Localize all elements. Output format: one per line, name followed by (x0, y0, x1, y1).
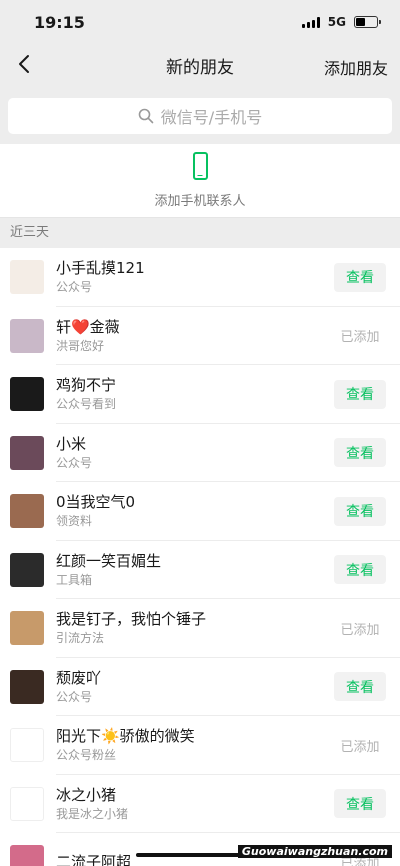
contact-source: 公众号 (56, 455, 93, 470)
contact-row[interactable]: 阳光下☀️骄傲的微笑 公众号粉丝 已添加 (0, 716, 400, 775)
view-button[interactable]: 查看 (334, 438, 386, 468)
contact-source: 公众号 (56, 280, 93, 295)
avatar (10, 494, 44, 529)
view-button[interactable]: 查看 (334, 496, 386, 526)
signal-icon (301, 16, 320, 28)
contact-name: 颓废吖 (56, 668, 102, 687)
page-title: 新的朋友 (166, 57, 234, 78)
contact-source: 工具箱 (56, 572, 93, 587)
phone-icon (192, 152, 208, 180)
contact-info: 小米 公众号 (56, 434, 334, 472)
contact-name: 小手乱摸121 (56, 259, 145, 278)
avatar (10, 377, 44, 412)
contact-name: 我是钉子，我怕个锤子 (56, 610, 207, 629)
contact-info: 阳光下☀️骄傲的微笑公众号粉丝 (56, 726, 334, 764)
contact-row[interactable]: 冰之小猪 我是冰之小猪 查看 (0, 775, 400, 834)
contact-name: 红颜一笑百媚生 (56, 551, 162, 570)
contact-name: 冰之小猪 (56, 785, 117, 804)
search-placeholder: 微信号/手机号 (160, 108, 263, 127)
view-button[interactable]: 查看 (334, 379, 386, 409)
avatar (10, 435, 44, 470)
contact-source: 我是冰之小猪 (56, 806, 129, 821)
add-phone-contacts[interactable]: 添加手机联系人 (0, 144, 400, 218)
contact-source: 公众号粉丝 (56, 748, 117, 763)
contact-source: 公众号看到 (56, 397, 117, 412)
view-button[interactable]: 查看 (334, 789, 386, 819)
network-type: 5G (327, 15, 346, 29)
added-label: 已添加 (340, 330, 380, 346)
contact-row[interactable]: 轩❤️金薇 洪哥您好 已添加 (0, 307, 400, 366)
avatar (10, 552, 44, 587)
view-button[interactable]: 查看 (334, 555, 386, 585)
contact-row[interactable]: 颓废吖 公众号 查看 (0, 658, 400, 717)
avatar (10, 728, 44, 763)
contact-info: 颓废吖 公众号 (56, 668, 334, 706)
contact-row[interactable]: 红颜一笑百媚生 工具箱 查看 (0, 541, 400, 600)
contact-info: 冰之小猪我是冰之小猪 (56, 785, 334, 823)
add-phone-contacts-label: 添加手机联系人 (154, 194, 246, 209)
contact-source: 洪哥您好 (56, 338, 105, 353)
contact-list: 小手乱摸121 公众号 查看 轩❤️金薇 洪哥您好 已添加 鸡狗不宁 公众号看到 查看 小米 公众号… (0, 248, 400, 866)
contact-info: 红颜一笑百媚生工具箱 (56, 551, 334, 589)
avatar (10, 786, 44, 821)
contact-name: 鸡狗不宁 (56, 376, 117, 395)
view-button[interactable]: 查看 (334, 672, 386, 702)
contact-row[interactable]: 小手乱摸121 公众号 查看 (0, 248, 400, 307)
add-friend-button[interactable]: 添加朋友 (324, 55, 388, 79)
status-time: 19:15 (34, 12, 85, 32)
search-icon (138, 108, 154, 124)
contact-source: 引流方法 (56, 631, 105, 646)
avatar (10, 845, 44, 866)
avatar (10, 611, 44, 646)
avatar (10, 260, 44, 295)
contact-row[interactable]: 我是钉子，我怕个锤子 引流方法 已添加 (0, 599, 400, 658)
contact-row[interactable]: 0当我空气0 领资料 查看 (0, 482, 400, 541)
added-label: 已添加 (340, 739, 380, 755)
contact-name: 0当我空气0 (56, 493, 136, 512)
search-input[interactable]: 微信号/手机号 (8, 98, 392, 134)
contact-name: 轩❤️金薇 (56, 317, 120, 336)
search-area: 微信号/手机号 (0, 86, 400, 144)
contact-info: 轩❤️金薇洪哥您好 (56, 317, 334, 355)
contact-info: 小手乱摸121 公众号 (56, 258, 334, 296)
contact-name: 小米 (56, 434, 87, 453)
contact-info: 0当我空气0 领资料 (56, 492, 334, 530)
avatar (10, 318, 44, 353)
back-button[interactable] (14, 53, 34, 75)
added-label: 已添加 (340, 622, 380, 638)
contact-source: 公众号 (56, 689, 93, 704)
view-button[interactable]: 查看 (334, 262, 386, 292)
avatar (10, 669, 44, 704)
contact-row[interactable]: 小米 公众号 查看 (0, 424, 400, 483)
contact-info: 鸡狗不宁 公众号看到 (56, 375, 334, 413)
status-bar: 19:15 5G (0, 0, 400, 44)
section-header: 近三天 (0, 218, 400, 248)
nav-bar: 新的朋友 添加朋友 (0, 44, 400, 86)
contact-name: 阳光下☀️骄傲的微笑 (56, 727, 195, 746)
contact-info: 我是钉子，我怕个锤子引流方法 (56, 609, 334, 647)
battery-icon (354, 16, 381, 28)
contact-source: 领资料 (56, 514, 93, 529)
status-indicators: 5G (301, 15, 381, 29)
chevron-left-icon (19, 55, 29, 73)
contact-row[interactable]: 鸡狗不宁 公众号看到 查看 (0, 365, 400, 424)
watermark: Guowaiwangzhuan.com (237, 845, 392, 858)
